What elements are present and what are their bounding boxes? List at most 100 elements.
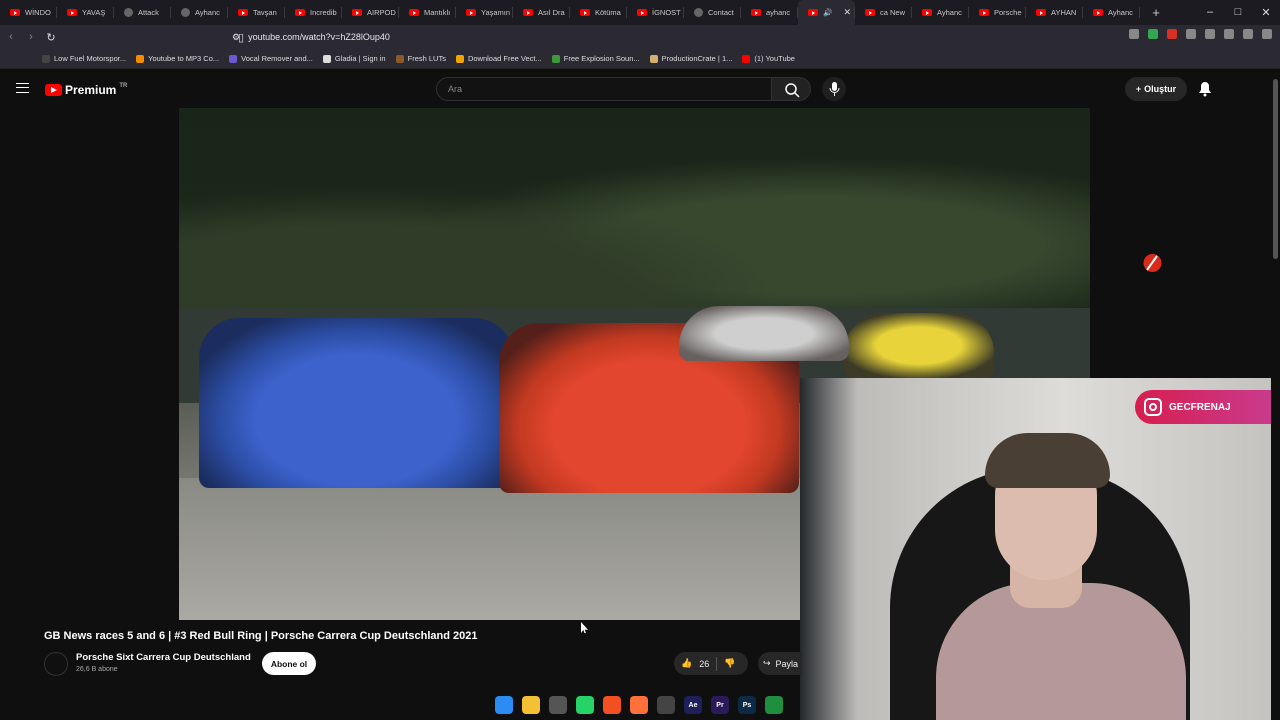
youtube-header: Premium TR Ara + Oluştur: [0, 71, 1280, 108]
download-icon[interactable]: [1224, 29, 1234, 39]
like-icon[interactable]: 👍: [681, 658, 692, 669]
minimize-button[interactable]: –: [1196, 6, 1224, 19]
site-info-icon[interactable]: ⚙: [232, 32, 240, 43]
tab-title: ca New: [880, 8, 906, 17]
brave-icon[interactable]: [603, 696, 621, 714]
speaker-icon[interactable]: 🔊: [823, 8, 832, 17]
reload-button[interactable]: ↻: [42, 31, 60, 44]
browser-tab[interactable]: Tavşan: [228, 0, 285, 25]
browser-tab[interactable]: Contact: [684, 0, 741, 25]
bookmark-label: (1) YouTube: [754, 54, 795, 63]
dislike-icon[interactable]: 👎: [724, 658, 735, 669]
browser-tab[interactable]: WİNDO: [0, 0, 57, 25]
arrow-icon[interactable]: [765, 696, 783, 714]
channel-avatar[interactable]: [44, 652, 68, 676]
bookmark-item[interactable]: Low Fuel Motorspor...: [42, 54, 126, 63]
new-tab-button[interactable]: +: [1146, 5, 1166, 20]
back-button[interactable]: ‹: [2, 31, 20, 43]
close-window-button[interactable]: ✕: [1252, 6, 1280, 19]
navigation-bar: ‹ › ↻ ▯ ⚙ youtube.com/watch?v=hZ28lOup40: [0, 25, 1280, 49]
after-effects-icon[interactable]: Ae: [684, 696, 702, 714]
browser-tab[interactable]: Kötüma: [570, 0, 627, 25]
bookmark-label: Free Explosion Soun...: [563, 54, 640, 63]
browser-tab[interactable]: AIRPOD: [342, 0, 399, 25]
tab-title: Contact: [708, 8, 734, 17]
extension-icon[interactable]: [1129, 29, 1139, 39]
bell-icon[interactable]: [1198, 81, 1212, 97]
browser-tab[interactable]: Incredib: [285, 0, 342, 25]
settings-icon[interactable]: [1243, 29, 1253, 39]
browser-tab[interactable]: Porsche: [969, 0, 1026, 25]
close-tab-icon[interactable]: ✕: [843, 7, 851, 18]
tab-title: İGNOST: [652, 8, 681, 17]
bookmark-item[interactable]: ProductionCrate | 1...: [649, 54, 732, 63]
browser-tab[interactable]: Asıl Dra: [513, 0, 570, 25]
firefox-icon[interactable]: [630, 696, 648, 714]
maximize-button[interactable]: □: [1224, 6, 1252, 19]
search-input[interactable]: Ara: [436, 77, 772, 101]
browser-tab[interactable]: 🔊 ✕: [798, 0, 855, 25]
youtube-favicon-icon: [979, 9, 989, 16]
bookmark-item[interactable]: Free Explosion Soun...: [551, 54, 640, 63]
photoshop-icon[interactable]: Ps: [738, 696, 756, 714]
browser-tab[interactable]: İGNOST: [627, 0, 684, 25]
youtube-favicon-icon: [409, 9, 419, 16]
browser-tab[interactable]: Yaşamın: [456, 0, 513, 25]
menu-icon[interactable]: [1262, 29, 1272, 39]
address-bar[interactable]: ⚙ youtube.com/watch?v=hZ28lOup40: [232, 28, 932, 46]
youtube-favicon-icon: [865, 9, 875, 16]
browser-tab[interactable]: ayhanc: [741, 0, 798, 25]
bookmark-item[interactable]: Fresh LUTs: [395, 54, 446, 63]
tab-title: Yaşamın: [481, 8, 511, 17]
youtube-favicon-icon: [295, 9, 305, 16]
music-icon[interactable]: [1205, 29, 1215, 39]
youtube-favicon-icon: [1093, 9, 1103, 16]
browser-tab[interactable]: YAVAŞ: [57, 0, 114, 25]
share-button[interactable]: ↪ Payla: [758, 652, 802, 675]
browser-tab[interactable]: ca New: [855, 0, 912, 25]
browser-tab[interactable]: AYHAN: [1026, 0, 1083, 25]
bookmark-item[interactable]: Gladia | Sign in: [322, 54, 386, 63]
video-background-trees: [179, 108, 1090, 338]
capture-icon[interactable]: [549, 696, 567, 714]
tab-bar: WİNDO YAVAŞ Attack Ayhanc Tavşan Incredib AIRP…: [0, 0, 1280, 25]
youtube-favicon-icon: [751, 9, 761, 16]
windows-icon[interactable]: [495, 696, 513, 714]
scrollbar-thumb[interactable]: [1273, 79, 1278, 259]
browser-tab[interactable]: Attack: [114, 0, 171, 25]
bookmark-item[interactable]: Download Free Vect...: [455, 54, 542, 63]
like-count: 26: [699, 658, 710, 669]
menu-icon[interactable]: [16, 83, 29, 93]
youtube-logo[interactable]: Premium TR: [45, 83, 127, 97]
tab-title: Mantıklı: [424, 8, 451, 17]
chatgpt-icon[interactable]: [657, 696, 675, 714]
whatsapp-icon[interactable]: [576, 696, 594, 714]
bookmark-item[interactable]: (1) YouTube: [742, 54, 795, 63]
browser-tab[interactable]: Ayhanc: [171, 0, 228, 25]
plus-icon: +: [1135, 84, 1142, 94]
search-button[interactable]: [771, 77, 811, 101]
premiere-icon[interactable]: Pr: [711, 696, 729, 714]
voice-search-button[interactable]: [822, 77, 846, 101]
tab-title: Asıl Dra: [538, 8, 565, 17]
like-dislike-group: 👍 26 👎: [674, 652, 748, 675]
channel-name[interactable]: Porsche Sixt Carrera Cup Deutschland: [76, 652, 251, 663]
files-icon[interactable]: [522, 696, 540, 714]
bookmark-item[interactable]: Vocal Remover and...: [229, 54, 313, 63]
forward-button[interactable]: ›: [22, 31, 40, 43]
bookmark-favicon-icon: [42, 54, 50, 63]
extension-icon[interactable]: [1186, 29, 1196, 39]
browser-tab[interactable]: Ayhanc: [1083, 0, 1140, 25]
browser-tab[interactable]: Ayhanc: [912, 0, 969, 25]
youtube-favicon-icon: [523, 9, 533, 16]
site-favicon-icon: [124, 8, 133, 17]
instagram-badge: GECFRENAJ: [1135, 390, 1277, 424]
tab-title: Ayhanc: [195, 8, 220, 17]
browser-tab[interactable]: Mantıklı: [399, 0, 456, 25]
shield-icon[interactable]: [1148, 29, 1158, 39]
subscribe-button[interactable]: Abone ol: [262, 652, 316, 675]
bookmark-item[interactable]: Youtube to MP3 Co...: [136, 54, 219, 63]
create-button[interactable]: + Oluştur: [1125, 77, 1187, 101]
tab-title: Ayhanc: [1108, 8, 1133, 17]
adblock-icon[interactable]: [1167, 29, 1177, 39]
